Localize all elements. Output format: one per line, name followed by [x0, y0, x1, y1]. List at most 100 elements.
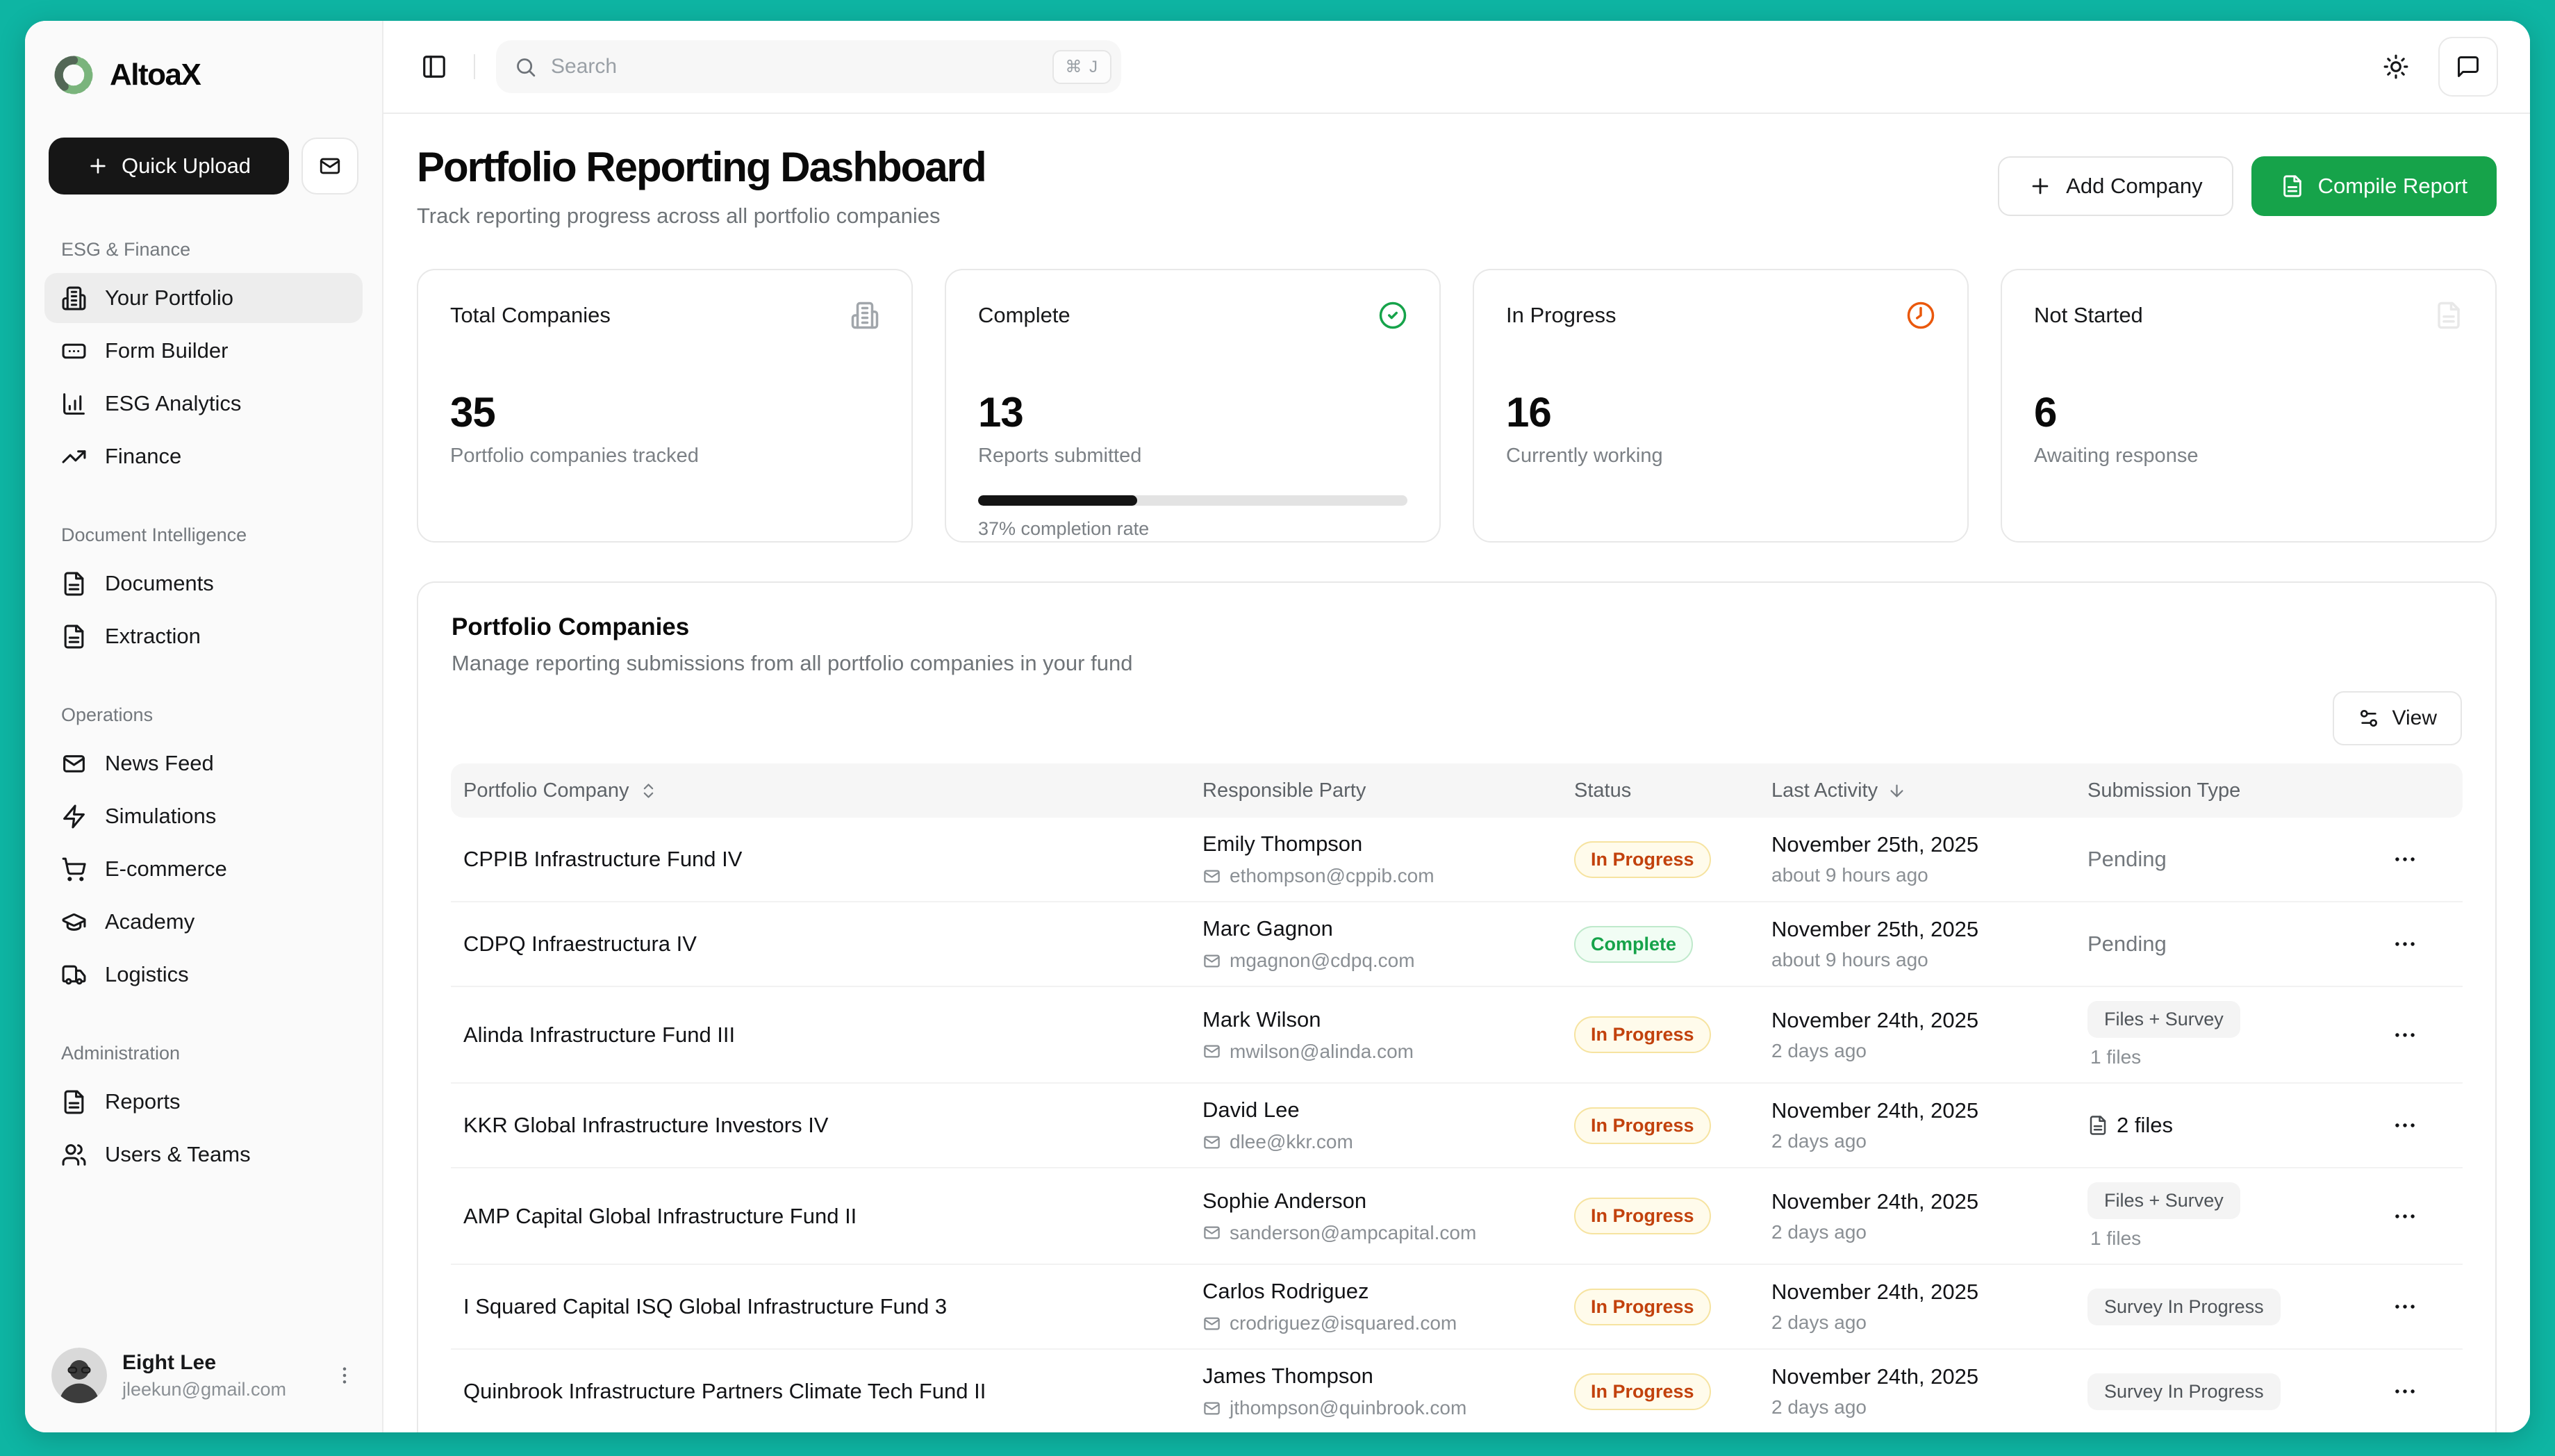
file-text-icon — [2434, 301, 2463, 330]
altoax-logo-icon — [51, 53, 96, 97]
sidebar-item-e-commerce[interactable]: E-commerce — [44, 844, 363, 894]
sidebar-item-label: Documents — [105, 571, 214, 596]
sidebar-item-simulations[interactable]: Simulations — [44, 791, 363, 841]
sidebar-item-academy[interactable]: Academy — [44, 897, 363, 947]
mail-icon — [1202, 1399, 1221, 1418]
mail-icon — [61, 751, 87, 777]
nav-section-operations: OperationsNews FeedSimulationsE-commerce… — [44, 664, 363, 1002]
table-header: Portfolio CompanyResponsible PartyStatus… — [451, 763, 2463, 818]
mail-icon — [1202, 1223, 1221, 1242]
row-menu-button[interactable] — [2388, 1108, 2422, 1143]
section-label: Administration — [61, 1043, 363, 1064]
graduation-cap-icon — [61, 909, 87, 935]
sidebar-item-reports[interactable]: Reports — [44, 1077, 363, 1127]
stat-title: Not Started — [2034, 303, 2143, 328]
responsible-party-email: sanderson@ampcapital.com — [1202, 1222, 1574, 1244]
column-header-submission-type: Submission Type — [2087, 779, 2377, 802]
view-button[interactable]: View — [2333, 691, 2462, 745]
last-activity-relative: 2 days ago — [1771, 1396, 2087, 1418]
row-actions-cell — [2388, 1199, 2463, 1234]
table-row: Alinda Infrastructure Fund III Mark Wils… — [451, 987, 2463, 1084]
row-menu-button[interactable] — [2388, 1374, 2422, 1409]
sidebar-item-logistics[interactable]: Logistics — [44, 950, 363, 1000]
file-text-icon — [2087, 1115, 2108, 1136]
card-subtitle: Manage reporting submissions from all po… — [452, 651, 2462, 676]
responsible-party-name: David Lee — [1202, 1098, 1574, 1123]
sidebar-item-label: Finance — [105, 444, 181, 469]
table-row: Quinbrook Infrastructure Partners Climat… — [451, 1350, 2463, 1432]
ellipsis-icon — [2392, 1112, 2418, 1139]
mail-icon — [1202, 1133, 1221, 1152]
nav-section-document-intelligence: Document IntelligenceDocumentsExtraction — [44, 484, 363, 664]
row-menu-button[interactable] — [2388, 1018, 2422, 1052]
compile-report-button[interactable]: Compile Report — [2251, 156, 2497, 216]
last-activity-date: November 24th, 2025 — [1771, 1364, 2087, 1389]
stat-title: In Progress — [1506, 303, 1616, 328]
sidebar-item-your-portfolio[interactable]: Your Portfolio — [44, 273, 363, 323]
add-company-button[interactable]: Add Company — [1998, 156, 2233, 216]
page-subtitle: Track reporting progress across all port… — [417, 204, 986, 229]
submission-type-badge: Files + Survey — [2087, 1182, 2240, 1219]
column-header-last-activity[interactable]: Last Activity — [1771, 779, 2087, 802]
search-input[interactable]: Search ⌘ J — [496, 40, 1121, 93]
table-row: CPPIB Infrastructure Fund IV Emily Thomp… — [451, 818, 2463, 902]
row-menu-button[interactable] — [2388, 1199, 2422, 1234]
stat-caption: Currently working — [1506, 445, 1935, 468]
status-badge: In Progress — [1574, 1198, 1711, 1234]
stat-value: 13 — [978, 388, 1407, 436]
sidebar-item-label: Reports — [105, 1089, 181, 1114]
responsible-party-name: Emily Thompson — [1202, 832, 1574, 857]
row-menu-button[interactable] — [2388, 1289, 2422, 1324]
status-cell: In Progress — [1574, 1016, 1771, 1053]
truck-icon — [61, 962, 87, 988]
sidebar-item-finance[interactable]: Finance — [44, 431, 363, 481]
row-actions-cell — [2388, 1108, 2463, 1143]
topbar-right — [2377, 37, 2498, 97]
quick-upload-label: Quick Upload — [122, 154, 251, 179]
stat-cards: Total Companies 35 Portfolio companies t… — [417, 269, 2497, 543]
theme-toggle-button[interactable] — [2377, 48, 2415, 85]
building-icon — [850, 301, 879, 330]
chat-button[interactable] — [2438, 37, 2498, 97]
plus-icon — [2028, 174, 2052, 198]
mail-button[interactable] — [301, 138, 358, 195]
responsible-party-email: ethompson@cppib.com — [1202, 865, 1574, 887]
app-frame: AltoaX Quick Upload ESG & FinanceYour Po… — [0, 0, 2555, 1456]
sidebar-item-label: News Feed — [105, 751, 214, 776]
sidebar-item-extraction[interactable]: Extraction — [44, 611, 363, 661]
last-activity-relative: 2 days ago — [1771, 1221, 2087, 1243]
row-actions-cell — [2388, 927, 2463, 961]
column-header-portfolio-company[interactable]: Portfolio Company — [451, 779, 1202, 802]
quick-upload-button[interactable]: Quick Upload — [49, 138, 289, 195]
sidebar-item-news-feed[interactable]: News Feed — [44, 738, 363, 788]
sidebar-item-label: Form Builder — [105, 338, 228, 363]
submission-type-badge: Files + Survey — [2087, 1001, 2240, 1038]
user-profile[interactable]: Eight Lee jleekun@gmail.com — [44, 1348, 363, 1403]
sidebar-item-documents[interactable]: Documents — [44, 559, 363, 609]
table-body: CPPIB Infrastructure Fund IV Emily Thomp… — [451, 818, 2463, 1432]
sidebar-item-label: Academy — [105, 909, 195, 934]
user-menu-button[interactable] — [333, 1364, 356, 1387]
stat-card-total-companies: Total Companies 35 Portfolio companies t… — [417, 269, 913, 543]
last-activity-date: November 25th, 2025 — [1771, 832, 2087, 857]
responsible-party-email: mgagnon@cdpq.com — [1202, 950, 1574, 972]
stat-title: Complete — [978, 303, 1070, 328]
stat-card-in-progress: In Progress 16 Currently working — [1473, 269, 1969, 543]
responsible-party-cell: James Thompson jthompson@quinbrook.com — [1202, 1364, 1574, 1419]
sun-icon — [2383, 53, 2409, 80]
sidebar-toggle-button[interactable] — [415, 48, 453, 85]
stat-card-complete: Complete 13 Reports submitted 37% comple… — [945, 269, 1441, 543]
file-text-icon — [61, 624, 87, 650]
submission-note: 1 files — [2087, 1227, 2377, 1250]
row-menu-button[interactable] — [2388, 927, 2422, 961]
companies-table: Portfolio CompanyResponsible PartyStatus… — [451, 763, 2463, 1432]
sidebar-item-users-teams[interactable]: Users & Teams — [44, 1130, 363, 1180]
company-name: CDPQ Infraestructura IV — [451, 932, 1202, 957]
status-cell: In Progress — [1574, 1373, 1771, 1410]
row-menu-button[interactable] — [2388, 842, 2422, 877]
sidebar-item-esg-analytics[interactable]: ESG Analytics — [44, 379, 363, 429]
status-badge: In Progress — [1574, 1289, 1711, 1325]
last-activity-date: November 24th, 2025 — [1771, 1189, 2087, 1214]
table-row: AMP Capital Global Infrastructure Fund I… — [451, 1168, 2463, 1265]
sidebar-item-form-builder[interactable]: Form Builder — [44, 326, 363, 376]
